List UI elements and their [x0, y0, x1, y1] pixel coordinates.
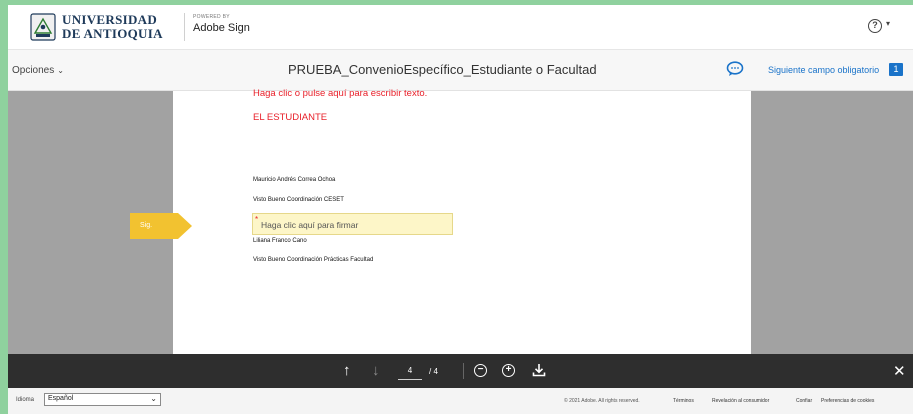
- document-title: PRUEBA_ConvenioEspecífico_Estudiante o F…: [288, 62, 597, 77]
- section-heading: EL ESTUDIANTE: [253, 112, 328, 123]
- language-select[interactable]: Español ⌄: [44, 393, 161, 406]
- signature-placeholder: Haga clic aquí para firmar: [261, 220, 359, 230]
- comment-icon[interactable]: [726, 61, 744, 77]
- app-header: UNIVERSIDAD DE ANTIOQUIA POWERED BY Adob…: [8, 5, 913, 50]
- signer-name: Mauricio Andrés Correa Ochoa: [253, 177, 336, 183]
- close-icon[interactable]: ✕: [893, 362, 906, 380]
- options-menu-button[interactable]: Opciones ⌄: [12, 65, 64, 76]
- chevron-down-icon: ⌄: [150, 394, 157, 403]
- text-placeholder[interactable]: Haga clic o pulse aquí para escribir tex…: [253, 88, 427, 99]
- arrow-up-icon[interactable]: ↑: [343, 362, 351, 379]
- footer-link-consumer-disclosure[interactable]: Revelación al consumidor: [712, 398, 769, 404]
- options-label: Opciones: [12, 65, 55, 76]
- document-viewer: Haga clic o pulse aquí para escribir tex…: [8, 88, 913, 354]
- help-icon[interactable]: ?: [868, 19, 882, 33]
- chevron-down-icon: ⌄: [57, 66, 64, 75]
- language-value: Español: [48, 395, 74, 402]
- signature-field[interactable]: * Haga clic aquí para firmar: [252, 213, 453, 235]
- header-divider: [184, 13, 185, 41]
- arrow-down-icon[interactable]: ↓: [372, 362, 380, 379]
- signer-name: Liliana Franco Cano: [253, 238, 307, 244]
- download-icon[interactable]: [532, 363, 546, 377]
- document-page: Haga clic o pulse aquí para escribir tex…: [173, 88, 751, 354]
- product-name: Adobe Sign: [193, 22, 250, 34]
- zoom-out-icon[interactable]: −: [474, 364, 487, 377]
- page-number-input[interactable]: [398, 362, 422, 380]
- zoom-in-icon[interactable]: +: [502, 364, 515, 377]
- required-field-count-badge[interactable]: 1: [889, 63, 903, 76]
- help-menu-chevron-icon[interactable]: ▾: [886, 19, 890, 28]
- page-footer: Idioma Español ⌄ © 2021 Adobe. All right…: [8, 388, 913, 414]
- app-frame: UNIVERSIDAD DE ANTIOQUIA POWERED BY Adob…: [8, 5, 913, 414]
- university-seal-icon: [30, 13, 56, 41]
- footer-link-cookie-preferences[interactable]: Preferencias de cookies: [821, 398, 874, 404]
- signer-role: Visto Bueno Coordinación CESET: [253, 197, 344, 203]
- language-label: Idioma: [16, 397, 35, 403]
- document-toolbar: Opciones ⌄ PRUEBA_ConvenioEspecífico_Estu…: [8, 50, 913, 91]
- footer-link-trust[interactable]: Confiar: [796, 398, 812, 404]
- powered-by-label: POWERED BY: [193, 14, 230, 20]
- sig-tag-label[interactable]: Sig.: [140, 222, 152, 229]
- copyright-text: © 2021 Adobe. All rights reserved.: [564, 398, 640, 404]
- page-navigation-bar: ↑ ↓ / 4 − + ✕: [8, 354, 913, 388]
- signer-role: Visto Bueno Coordinación Prácticas Facul…: [253, 257, 374, 263]
- nav-divider: [463, 363, 464, 379]
- page-total: / 4: [429, 367, 438, 376]
- footer-link-terms[interactable]: Términos: [673, 398, 694, 404]
- required-marker: *: [255, 215, 259, 224]
- logo-line-2: DE ANTIOQUIA: [62, 26, 163, 41]
- next-required-field-link[interactable]: Siguiente campo obligatorio: [768, 65, 879, 75]
